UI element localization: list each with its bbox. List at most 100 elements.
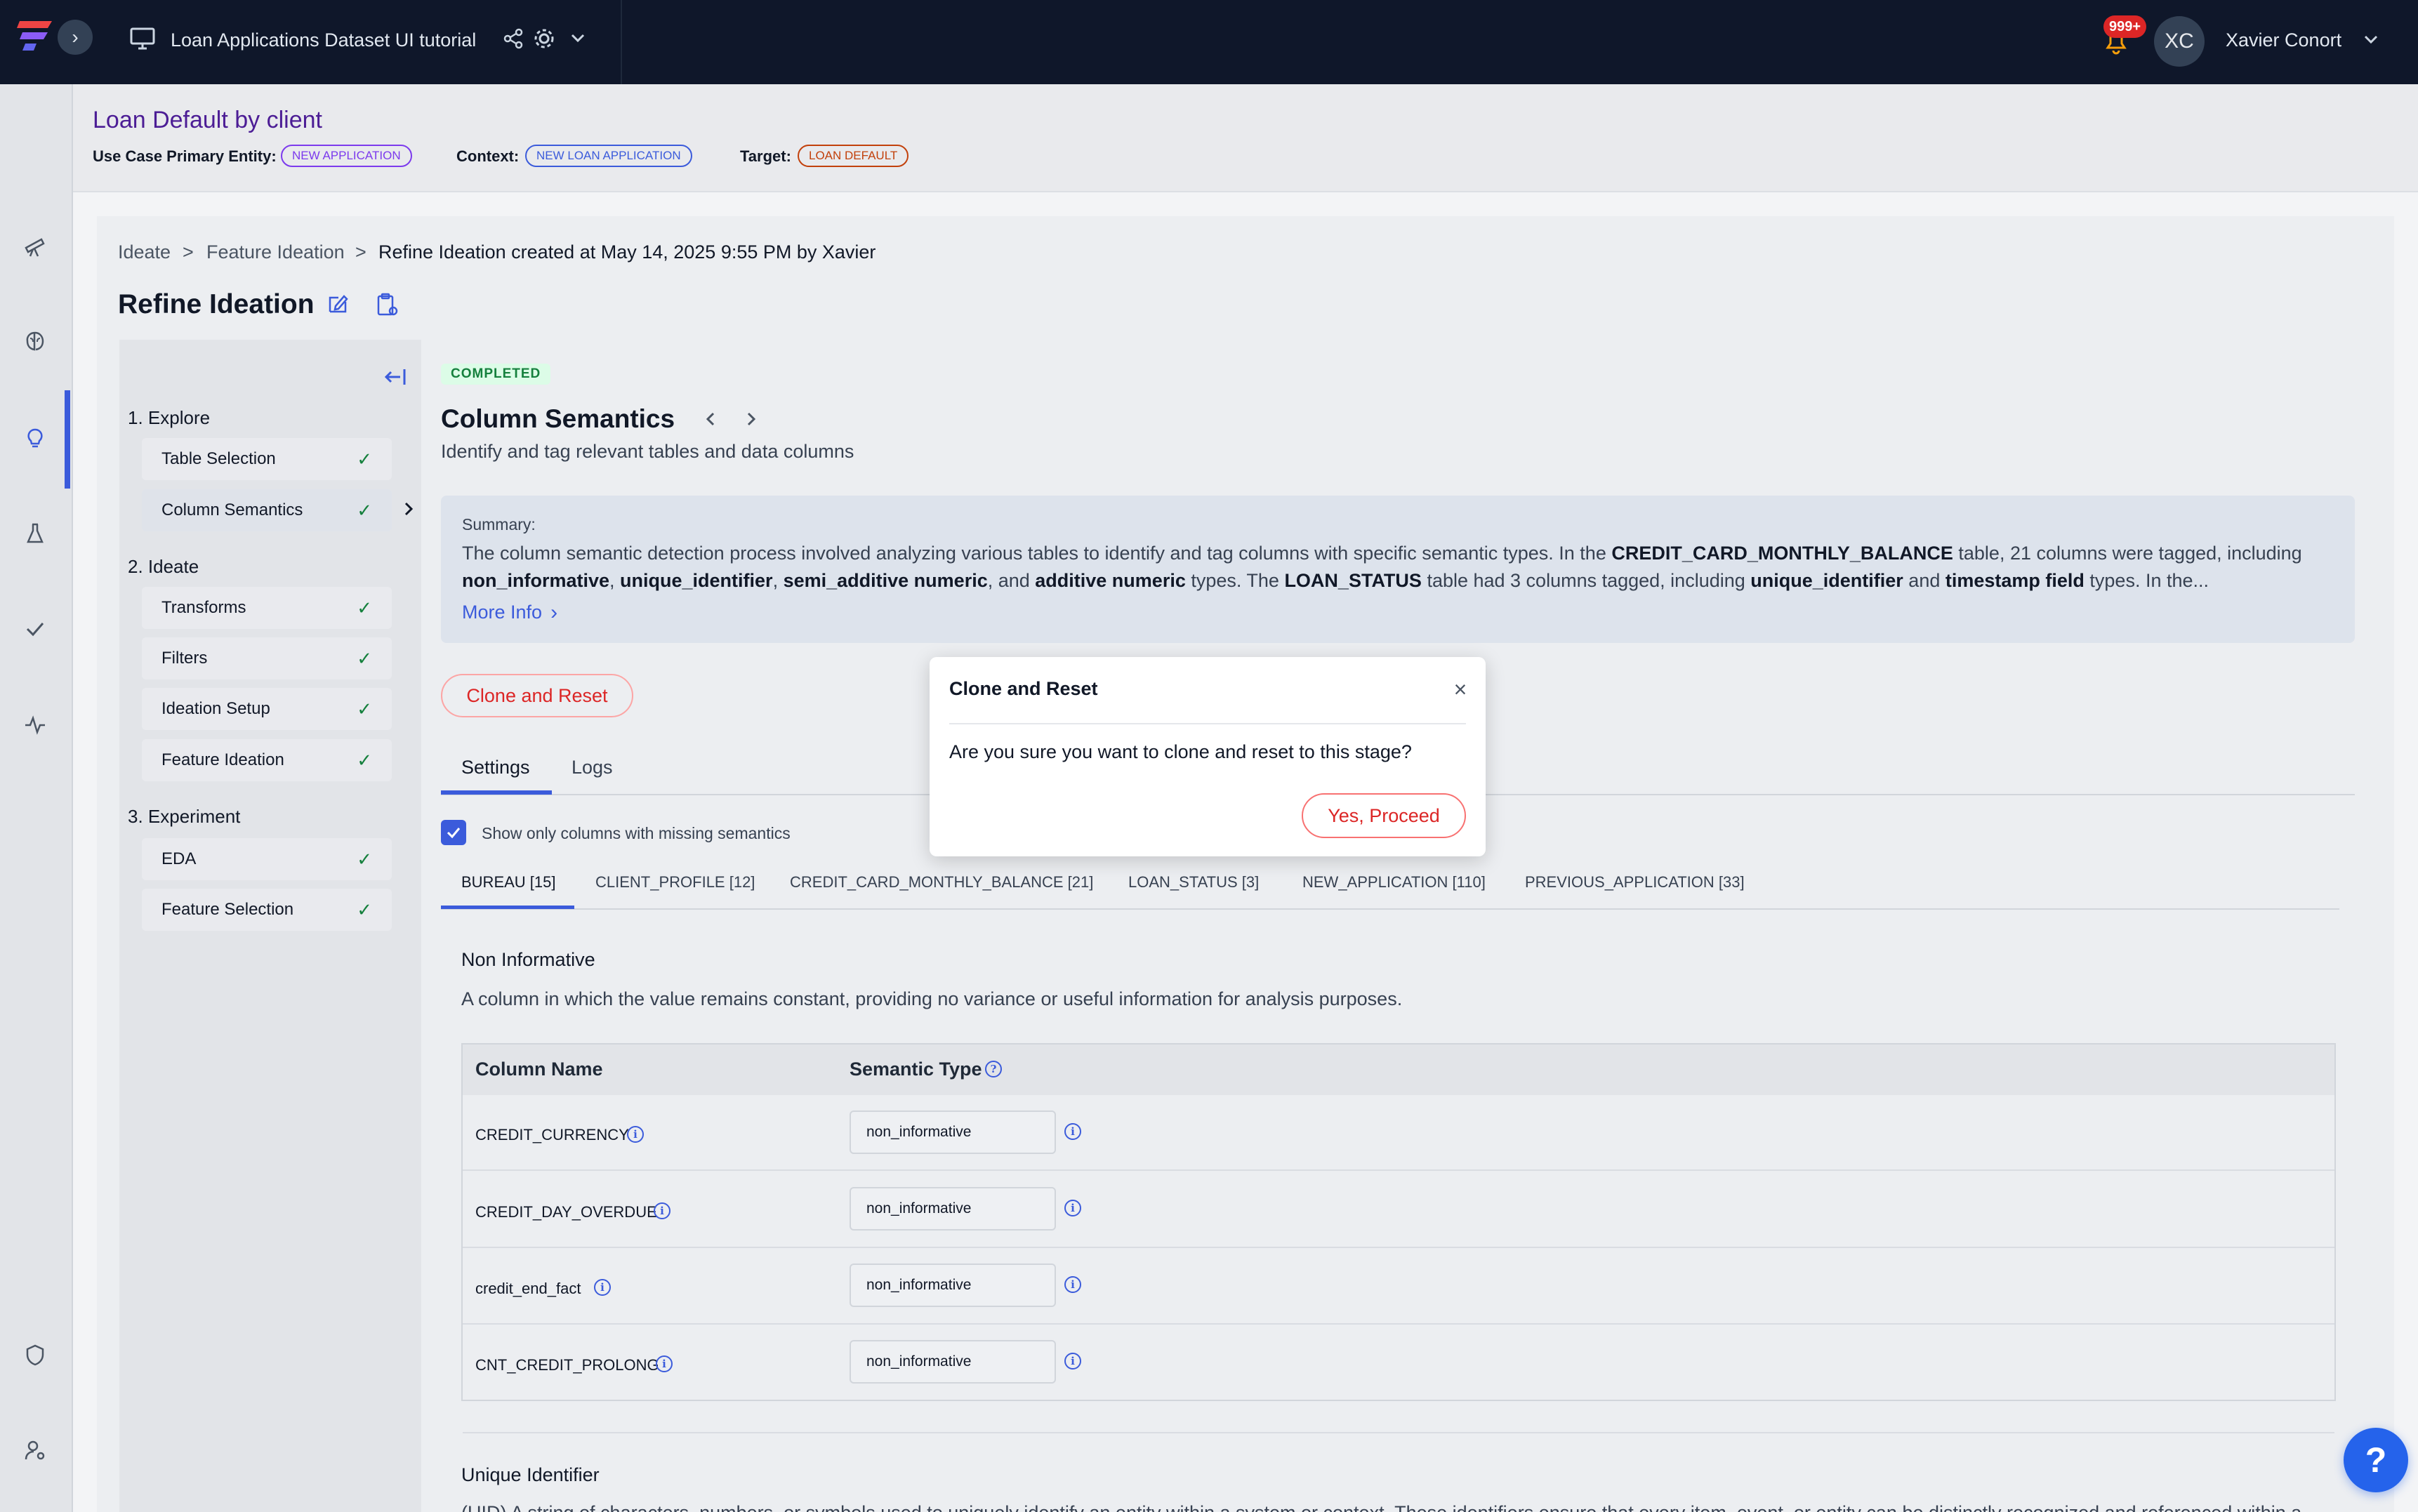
semantic-type-select[interactable]: non_informative [850,1110,1056,1154]
active-tab-indicator [441,790,552,795]
use-case-title[interactable]: Loan Default by client [93,107,322,134]
help-button[interactable]: ? [2344,1428,2408,1492]
primary-entity-label: Use Case Primary Entity: [93,147,277,165]
section-divider [463,1432,2334,1433]
chevron-right-icon: › [72,26,79,48]
stage-item-feature-selection[interactable]: Feature Selection ✓ [142,889,392,931]
user-avatar[interactable]: XC [2154,16,2205,67]
stage-item-transforms[interactable]: Transforms ✓ [142,587,392,629]
edit-icon[interactable] [326,292,350,319]
summary-text-segment: , [609,570,621,591]
check-icon: ✓ [357,749,372,771]
stage-item-table-selection[interactable]: Table Selection ✓ [142,438,392,480]
semantic-type-select[interactable]: non_informative [850,1187,1056,1231]
flask-icon[interactable] [17,515,53,552]
summary-text-segment: , [772,570,784,591]
missing-semantics-checkbox[interactable] [441,820,466,845]
column-name: CREDIT_CURRENCY [475,1126,629,1143]
column-name: credit_end_fact [475,1280,581,1297]
info-icon[interactable]: i [656,1355,673,1372]
missing-semantics-label[interactable]: Show only columns with missing semantics [482,824,791,843]
chevron-down-icon[interactable] [570,32,586,47]
check-icon: ✓ [357,499,372,521]
previous-step-chevron-icon[interactable] [703,410,719,432]
stage-item-ideation-setup[interactable]: Ideation Setup ✓ [142,688,392,730]
check-icon[interactable] [17,611,53,647]
expand-sidebar-button[interactable]: › [58,20,93,55]
check-icon: ✓ [357,647,372,669]
info-icon[interactable]: i [1064,1276,1081,1293]
share-icon[interactable] [503,28,524,53]
stage-item-label: Filters [161,649,208,668]
semantic-type-select[interactable]: non_informative [850,1340,1056,1384]
stage-item-label: Column Semantics [161,500,303,519]
row-divider [463,1323,2334,1325]
columns-table [461,1043,2336,1401]
brain-icon[interactable] [17,323,53,359]
summary-text-segment: The column semantic detection process in… [462,543,1612,564]
table-tab-previous-application[interactable]: PREVIOUS_APPLICATION [33] [1525,873,1745,891]
lightbulb-icon[interactable] [17,420,53,456]
tab-logs[interactable]: Logs [572,757,613,778]
clone-and-reset-button[interactable]: Clone and Reset [441,674,633,717]
breadcrumb-feature-ideation[interactable]: Feature Ideation [206,241,345,263]
top-bar: › Loan Applications Dataset UI tutorial … [0,0,2418,84]
yes-proceed-button[interactable]: Yes, Proceed [1302,793,1466,838]
info-icon[interactable]: i [1064,1200,1081,1216]
app-logo[interactable] [15,17,56,53]
table-tab-new-application[interactable]: NEW_APPLICATION [110] [1302,873,1486,891]
dialog-title: Clone and Reset [949,678,1098,699]
check-icon: ✓ [357,898,372,920]
check-icon: ✓ [357,597,372,618]
check-icon: ✓ [357,698,372,719]
table-tab-credit-card-monthly-balance[interactable]: CREDIT_CARD_MONTHLY_BALANCE [21] [790,873,1093,891]
summary-highlight: CREDIT_CARD_MONTHLY_BALANCE [1611,543,1953,564]
breadcrumb-ideate[interactable]: Ideate [118,241,171,263]
summary-highlight: non_informative [462,570,610,591]
user-settings-icon[interactable] [17,1432,53,1468]
clone-reset-dialog: Clone and Reset × Are you sure you want … [930,657,1486,856]
info-icon[interactable]: i [594,1279,611,1296]
notification-count-badge: 999+ [2103,15,2147,38]
chevron-right-icon[interactable]: › [550,602,557,623]
stage-item-feature-ideation[interactable]: Feature Ideation ✓ [142,739,392,781]
info-icon[interactable]: i [1064,1123,1081,1140]
semantic-type-select[interactable]: non_informative [850,1264,1056,1307]
category-description: (UID) A string of characters, numbers, o… [461,1502,2357,1512]
active-table-tab-indicator [441,906,574,909]
summary-label: Summary: [462,515,536,533]
table-tab-client-profile[interactable]: CLIENT_PROFILE [12] [595,873,755,891]
table-header [463,1045,2334,1095]
activity-icon[interactable] [17,706,53,743]
summary-highlight: timestamp field [1945,570,2085,591]
shield-icon[interactable] [17,1337,53,1373]
telescope-icon[interactable] [17,227,53,264]
gear-icon[interactable] [532,27,556,54]
context-pill: NEW LOAN APPLICATION [525,145,692,167]
topbar-divider [621,0,622,84]
check-icon: ✓ [357,848,372,870]
info-icon[interactable]: i [627,1126,644,1143]
clipboard-icon[interactable] [375,292,399,321]
table-tab-loan-status[interactable]: LOAN_STATUS [3] [1128,873,1259,891]
help-circle-icon[interactable]: ? [985,1061,1002,1077]
summary-text-segment: types. The [1185,570,1285,591]
summary-text-segment: table had 3 columns tagged, including [1421,570,1751,591]
catalog-title[interactable]: Loan Applications Dataset UI tutorial [171,29,476,51]
info-icon[interactable]: i [654,1202,670,1219]
tab-settings[interactable]: Settings [461,757,530,778]
close-icon[interactable]: × [1446,675,1474,703]
table-tabs-divider [441,908,2339,910]
target-label: Target: [740,147,791,165]
table-tab-bureau[interactable]: BUREAU [15] [461,873,556,891]
next-step-chevron-icon[interactable] [743,410,758,432]
stage-item-filters[interactable]: Filters ✓ [142,637,392,679]
more-info-link[interactable]: More Info [462,599,542,626]
summary-highlight: unique_identifier [1750,570,1903,591]
info-icon[interactable]: i [1064,1353,1081,1370]
stage-item-eda[interactable]: EDA ✓ [142,838,392,880]
user-name[interactable]: Xavier Conort [2226,29,2341,51]
collapse-sidebar-icon[interactable] [383,365,409,392]
user-menu-chevron-icon[interactable] [2363,34,2379,48]
stage-item-column-semantics[interactable]: Column Semantics ✓ [142,489,392,531]
